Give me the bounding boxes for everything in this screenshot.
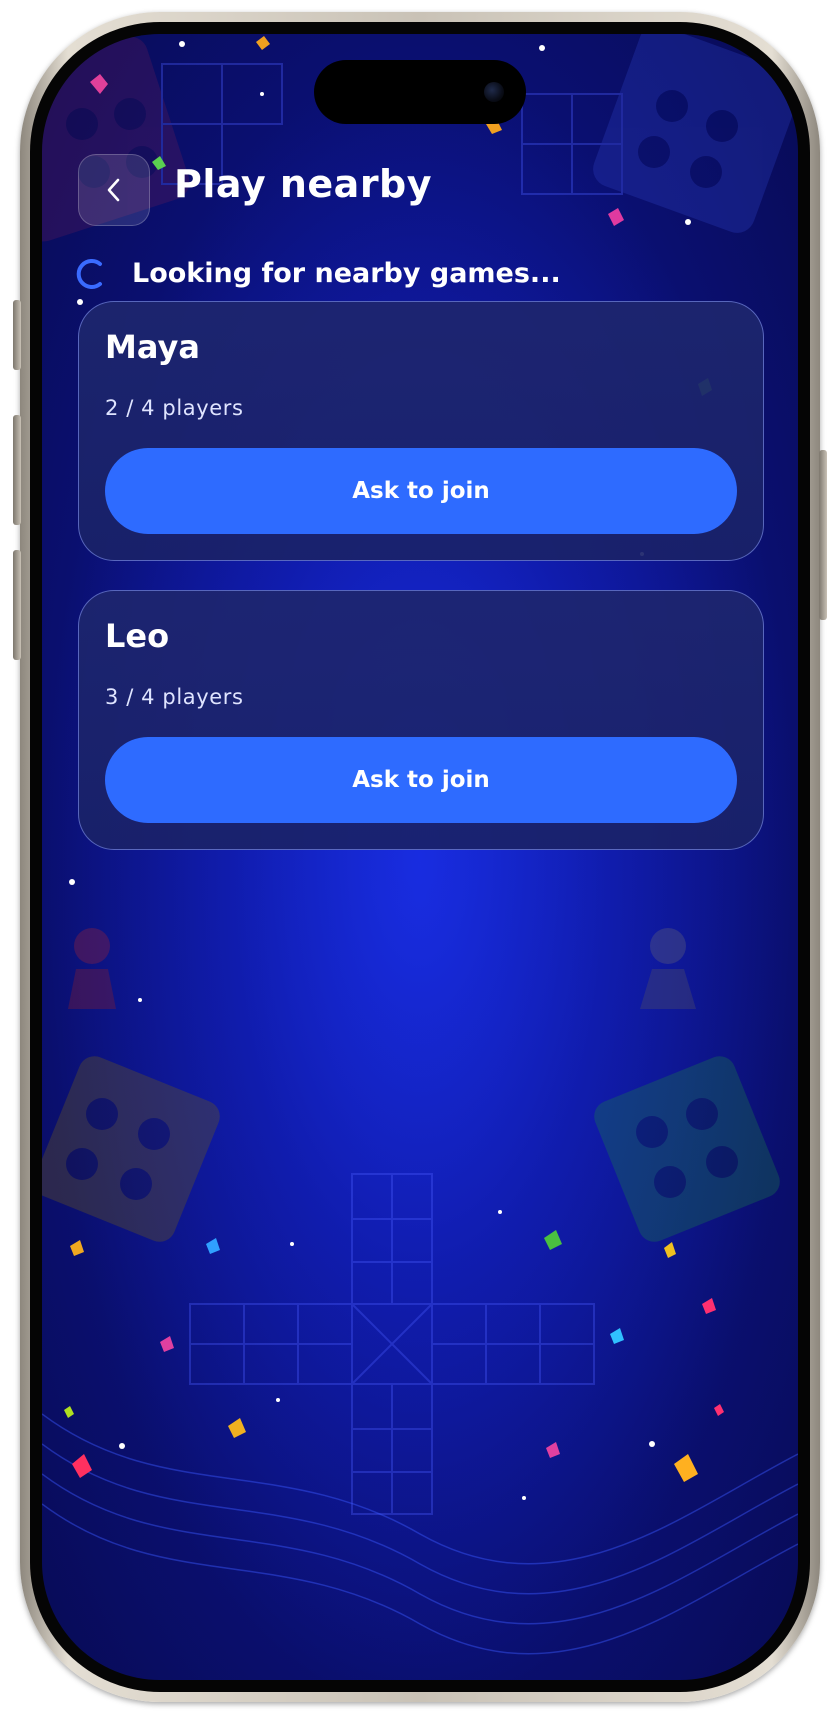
host-name: Leo (105, 617, 170, 655)
game-card-maya: Maya 2 / 4 players Ask to join (78, 301, 764, 561)
ask-to-join-button[interactable]: Ask to join (105, 448, 737, 534)
chevron-left-icon (107, 178, 120, 202)
host-name: Maya (105, 328, 200, 366)
back-button[interactable] (78, 154, 150, 226)
game-card-leo: Leo 3 / 4 players Ask to join (78, 590, 764, 850)
ask-to-join-button[interactable]: Ask to join (105, 737, 737, 823)
action-button (13, 300, 21, 370)
app-screen: Play nearby Looking for nearby games... … (42, 34, 798, 1680)
loading-spinner-icon (76, 258, 102, 289)
status-text: Looking for nearby games... (132, 258, 561, 289)
front-camera (484, 82, 504, 102)
page-title: Play nearby (174, 162, 433, 206)
volume-up-button (13, 415, 21, 525)
player-count: 2 / 4 players (105, 396, 244, 420)
dynamic-island (314, 60, 526, 124)
power-button (819, 450, 827, 620)
player-count: 3 / 4 players (105, 685, 244, 709)
search-status: Looking for nearby games... (76, 258, 561, 289)
volume-down-button (13, 550, 21, 660)
